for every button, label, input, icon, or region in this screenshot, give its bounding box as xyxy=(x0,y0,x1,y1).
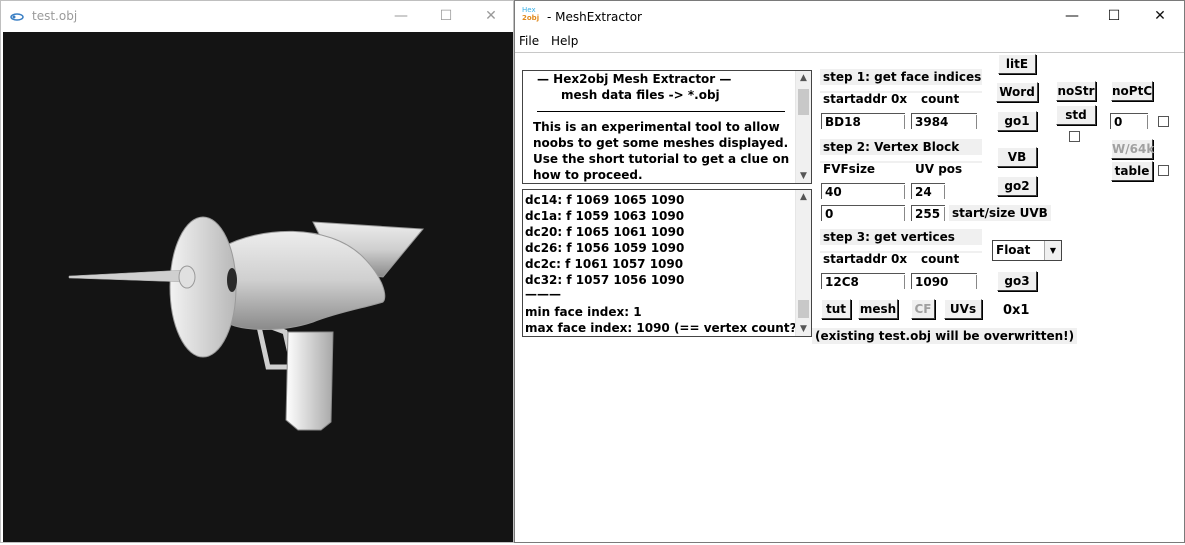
chevron-down-icon[interactable]: ▼ xyxy=(1044,241,1061,260)
step2-uvb-start-value: 0 xyxy=(825,207,834,221)
maximize-icon[interactable]: ☐ xyxy=(436,7,456,25)
step2-uvb-size-value: 255 xyxy=(915,207,941,221)
log-separator: ——— xyxy=(525,287,561,301)
option-checkbox[interactable] xyxy=(1158,116,1169,127)
vb-button[interactable]: VB xyxy=(997,147,1037,167)
info-divider xyxy=(537,111,785,112)
step2-uvb-label: start/size UVB xyxy=(949,205,1051,221)
std-value-input[interactable]: 0 xyxy=(1110,113,1148,129)
log-line: dc2c: f 1061 1057 1090 xyxy=(525,257,684,271)
step3-startaddr-input[interactable]: 12C8 xyxy=(821,273,905,289)
app-title: - MeshExtractor xyxy=(547,10,642,24)
scroll-thumb[interactable] xyxy=(798,300,809,318)
step1-startaddr-value: BD18 xyxy=(825,115,861,129)
step3-label: step 3: get vertices xyxy=(820,229,982,245)
step3-count-input[interactable]: 1090 xyxy=(911,273,977,289)
step2-fvf-input[interactable]: 40 xyxy=(821,183,905,199)
step1-count-input[interactable]: 3984 xyxy=(911,113,977,129)
step3-count-label: count xyxy=(921,252,960,266)
log-line: dc14: f 1069 1065 1090 xyxy=(525,193,685,207)
step2-fvf-label: FVFsize xyxy=(823,162,876,176)
step1-startaddr-input[interactable]: BD18 xyxy=(821,113,905,129)
close-icon[interactable]: ✕ xyxy=(481,7,501,25)
log-line: dc26: f 1056 1059 1090 xyxy=(525,241,685,255)
viewer-titlebar[interactable]: test.obj — ☐ ✕ xyxy=(1,1,513,32)
cf-button[interactable]: CF xyxy=(911,299,935,319)
go3-button[interactable]: go3 xyxy=(997,271,1037,291)
step2-uvb-size-input[interactable]: 255 xyxy=(911,205,945,221)
menu-help[interactable]: Help xyxy=(551,34,578,48)
info-heading: — Hex2obj Mesh Extractor — xyxy=(537,72,732,86)
info-text-line: Use the short tutorial to get a clue on xyxy=(533,152,790,166)
info-text-line: how to proceed. xyxy=(533,168,643,182)
nostr-button[interactable]: noStr xyxy=(1056,81,1096,101)
uvs-button[interactable]: UVs xyxy=(944,299,982,319)
logo-top-text: Hex xyxy=(522,6,536,14)
scroll-up-icon[interactable]: ▲ xyxy=(796,71,811,85)
std-checkbox[interactable] xyxy=(1069,131,1080,142)
go1-button[interactable]: go1 xyxy=(997,111,1037,131)
lite-button[interactable]: litE xyxy=(998,54,1036,74)
step1-label: step 1: get face indices xyxy=(820,69,982,85)
log-line: min face index: 1 xyxy=(525,305,642,319)
std-value: 0 xyxy=(1114,115,1123,129)
w64k-button[interactable]: W/64k xyxy=(1111,139,1154,159)
output-scrollbar[interactable]: ▲ ▼ xyxy=(795,190,811,336)
log-line: dc1a: f 1059 1063 1090 xyxy=(525,209,685,223)
step3-count-value: 1090 xyxy=(915,275,949,289)
log-line: max face index: 1090 (== vertex count?) xyxy=(525,321,803,335)
table-checkbox[interactable] xyxy=(1158,165,1169,176)
overwrite-warning: (existing test.obj will be overwritten!) xyxy=(812,328,1078,344)
step2-label: step 2: Vertex Block xyxy=(820,139,982,155)
viewer-window: test.obj — ☐ ✕ xyxy=(0,0,514,543)
noptc-button[interactable]: noPtC xyxy=(1111,81,1153,101)
step2-uvpos-input[interactable]: 24 xyxy=(911,183,945,199)
go2-button[interactable]: go2 xyxy=(997,176,1037,196)
step2-fvf-value: 40 xyxy=(825,185,842,199)
scroll-down-icon[interactable]: ▼ xyxy=(796,169,811,183)
mesh-button[interactable]: mesh xyxy=(858,299,898,319)
minimize-icon[interactable]: — xyxy=(1062,7,1082,25)
step2-uvpos-value: 24 xyxy=(915,185,932,199)
format-select-value: Float xyxy=(996,243,1031,257)
info-subheading: mesh data files -> *.obj xyxy=(561,88,720,102)
minimize-icon[interactable]: — xyxy=(391,7,411,25)
log-line: dc20: f 1065 1061 1090 xyxy=(525,225,685,239)
info-panel[interactable]: — Hex2obj Mesh Extractor — mesh data fil… xyxy=(522,70,812,184)
hex2obj-logo: Hex 2obj xyxy=(522,6,542,26)
close-icon[interactable]: ✕ xyxy=(1150,7,1170,25)
step1-count-value: 3984 xyxy=(915,115,949,129)
viewer-title: test.obj xyxy=(32,9,78,23)
info-text-line: This is an experimental tool to allow xyxy=(533,120,780,134)
scroll-up-icon[interactable]: ▲ xyxy=(796,190,811,204)
step1-count-label: count xyxy=(921,92,960,106)
step3-startaddr-label: startaddr 0x xyxy=(823,252,908,266)
menu-bar: File Help xyxy=(515,32,1184,53)
step1-startaddr-label: startaddr 0x xyxy=(823,92,908,106)
3d-viewport[interactable] xyxy=(3,32,513,542)
format-select[interactable]: Float ▼ xyxy=(992,240,1062,261)
table-button[interactable]: table xyxy=(1111,161,1153,181)
app-titlebar[interactable]: Hex 2obj - MeshExtractor — ☐ ✕ xyxy=(515,1,1184,32)
output-log[interactable]: dc14: f 1069 1065 1090 dc1a: f 1059 1063… xyxy=(522,189,812,337)
step2-uvpos-label: UV pos xyxy=(915,162,963,176)
menu-file[interactable]: File xyxy=(519,34,539,48)
tut-button[interactable]: tut xyxy=(821,299,851,319)
word-button[interactable]: Word xyxy=(996,82,1038,102)
std-button[interactable]: std xyxy=(1056,105,1096,125)
maximize-icon[interactable]: ☐ xyxy=(1104,7,1124,25)
info-text-line: noobs to get some meshes displayed. xyxy=(533,136,789,150)
scroll-down-icon[interactable]: ▼ xyxy=(796,322,811,336)
step3-startaddr-value: 12C8 xyxy=(825,275,859,289)
logo-bottom-text: 2obj xyxy=(522,14,540,22)
ray-gun-model xyxy=(68,216,425,431)
factor-readout: 0x1 xyxy=(1003,303,1030,318)
scroll-thumb[interactable] xyxy=(798,89,809,115)
app-icon xyxy=(10,11,24,25)
step2-uvb-start-input[interactable]: 0 xyxy=(821,205,905,221)
info-scrollbar[interactable]: ▲ ▼ xyxy=(795,71,811,183)
mesh-extractor-window: Hex 2obj - MeshExtractor — ☐ ✕ File Help… xyxy=(514,0,1185,543)
